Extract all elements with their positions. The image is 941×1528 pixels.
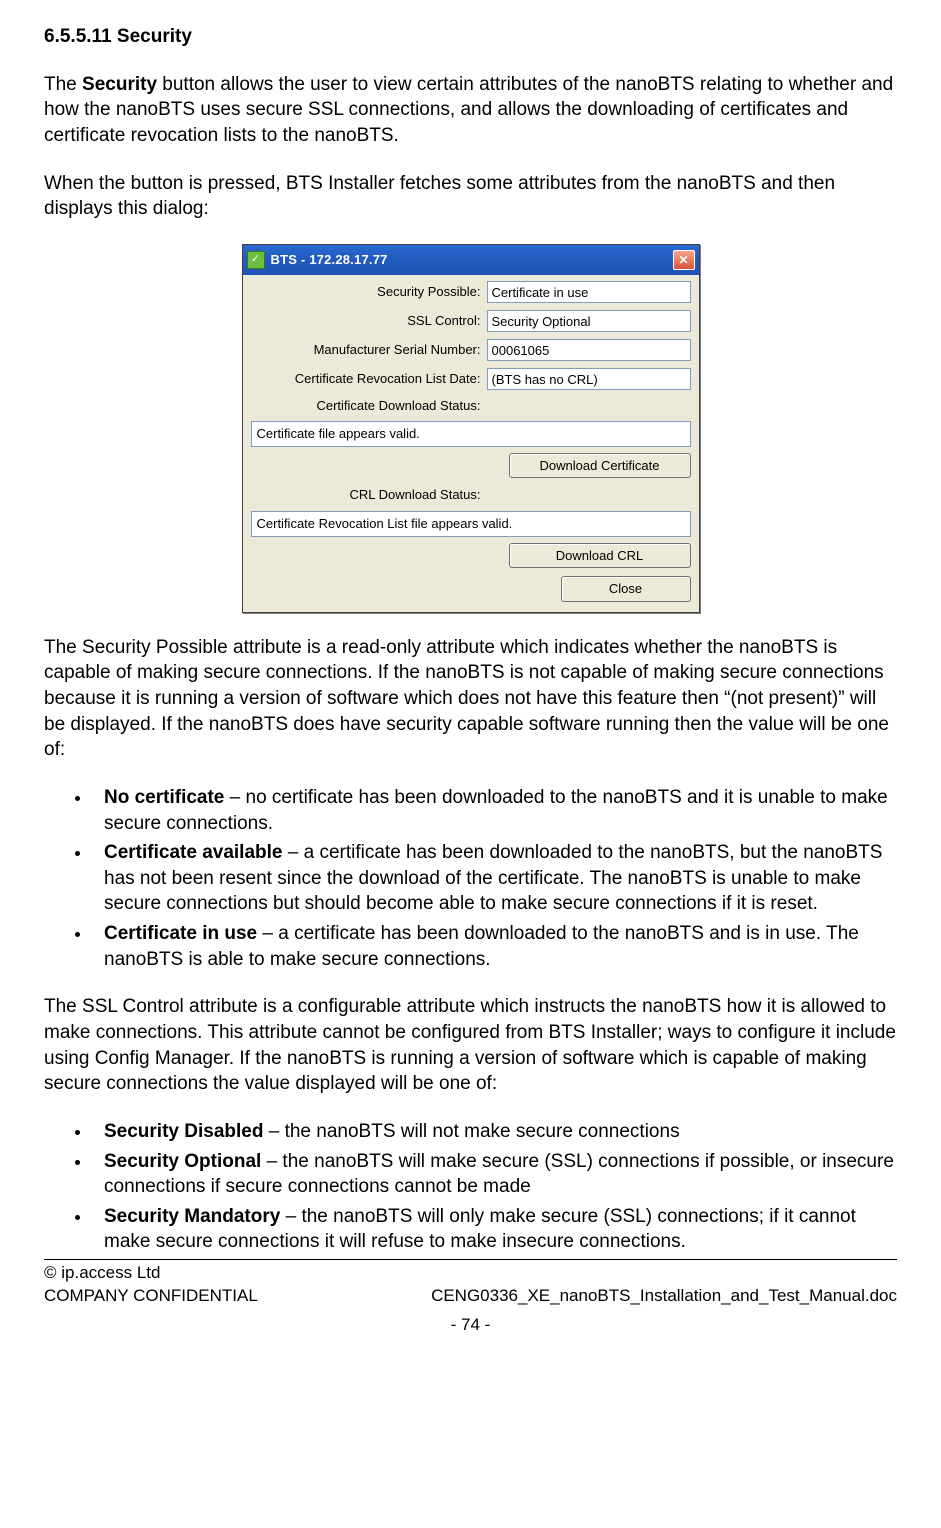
dialog-body: Security Possible: Certificate in use SS… <box>243 275 699 612</box>
paragraph-ssl-control: The SSL Control attribute is a configura… <box>44 994 897 1097</box>
list-item: No certificate – no certificate has been… <box>92 785 897 836</box>
field-crl-date: (BTS has no CRL) <box>487 368 691 390</box>
list-item: Certificate available – a certificate ha… <box>92 840 897 917</box>
label-crl-date: Certificate Revocation List Date: <box>251 370 487 388</box>
paragraph-dialog-lead: When the button is pressed, BTS Installe… <box>44 171 897 222</box>
term: Certificate available <box>104 842 282 863</box>
text: button allows the user to view certain a… <box>44 74 893 146</box>
field-security-possible: Certificate in use <box>487 281 691 303</box>
footer-docname: CENG0336_XE_nanoBTS_Installation_and_Tes… <box>431 1285 897 1308</box>
crl-status-text: Certificate Revocation List file appears… <box>251 511 691 537</box>
security-bold: Security <box>82 74 157 95</box>
row-serial: Manufacturer Serial Number: 00061065 <box>251 339 691 361</box>
titlebar-title: BTS - 172.28.17.77 <box>271 251 673 269</box>
label-ssl-control: SSL Control: <box>251 312 487 330</box>
download-crl-button[interactable]: Download CRL <box>509 543 691 569</box>
page-number: - 74 - <box>44 1314 897 1337</box>
term: Security Disabled <box>104 1121 263 1142</box>
dialog-screenshot: ✓ BTS - 172.28.17.77 ✕ Security Possible… <box>44 244 897 613</box>
footer-confidential: COMPANY CONFIDENTIAL <box>44 1285 258 1308</box>
cert-status-text: Certificate file appears valid. <box>251 421 691 447</box>
footer-copyright: © ip.access Ltd <box>44 1262 160 1285</box>
row-crl-date: Certificate Revocation List Date: (BTS h… <box>251 368 691 390</box>
label-crl-dl-status: CRL Download Status: <box>251 486 487 504</box>
field-serial: 00061065 <box>487 339 691 361</box>
list-item: Security Disabled – the nanoBTS will not… <box>92 1119 897 1145</box>
section-heading: 6.5.5.11 Security <box>44 24 897 50</box>
close-icon[interactable]: ✕ <box>673 250 695 270</box>
label-security-possible: Security Possible: <box>251 283 487 301</box>
row-cert-dl-status-label: Certificate Download Status: <box>251 397 691 415</box>
term: Certificate in use <box>104 923 257 944</box>
footer-row-1: © ip.access Ltd <box>44 1262 897 1285</box>
list-item: Certificate in use – a certificate has b… <box>92 921 897 972</box>
close-button[interactable]: Close <box>561 576 691 602</box>
term: No certificate <box>104 787 224 808</box>
list-ssl-control-values: Security Disabled – the nanoBTS will not… <box>44 1119 897 1255</box>
security-dialog: ✓ BTS - 172.28.17.77 ✕ Security Possible… <box>242 244 700 613</box>
list-item: Security Mandatory – the nanoBTS will on… <box>92 1204 897 1255</box>
list-item: Security Optional – the nanoBTS will mak… <box>92 1149 897 1200</box>
field-ssl-control: Security Optional <box>487 310 691 332</box>
footer-divider <box>44 1259 897 1260</box>
row-security-possible: Security Possible: Certificate in use <box>251 281 691 303</box>
row-ssl-control: SSL Control: Security Optional <box>251 310 691 332</box>
titlebar: ✓ BTS - 172.28.17.77 ✕ <box>243 245 699 275</box>
paragraph-intro: The Security button allows the user to v… <box>44 72 897 149</box>
paragraph-security-possible: The Security Possible attribute is a rea… <box>44 635 897 763</box>
download-certificate-button[interactable]: Download Certificate <box>509 453 691 479</box>
footer-row-2: COMPANY CONFIDENTIAL CENG0336_XE_nanoBTS… <box>44 1285 897 1308</box>
term: Security Mandatory <box>104 1206 280 1227</box>
text: The <box>44 74 82 95</box>
label-cert-dl-status: Certificate Download Status: <box>251 397 487 415</box>
term: Security Optional <box>104 1151 261 1172</box>
app-icon: ✓ <box>247 251 265 269</box>
desc: – the nanoBTS will not make secure conne… <box>263 1121 679 1142</box>
label-serial: Manufacturer Serial Number: <box>251 341 487 359</box>
row-crl-dl-status-label: CRL Download Status: <box>251 486 691 504</box>
list-security-possible-values: No certificate – no certificate has been… <box>44 785 897 972</box>
